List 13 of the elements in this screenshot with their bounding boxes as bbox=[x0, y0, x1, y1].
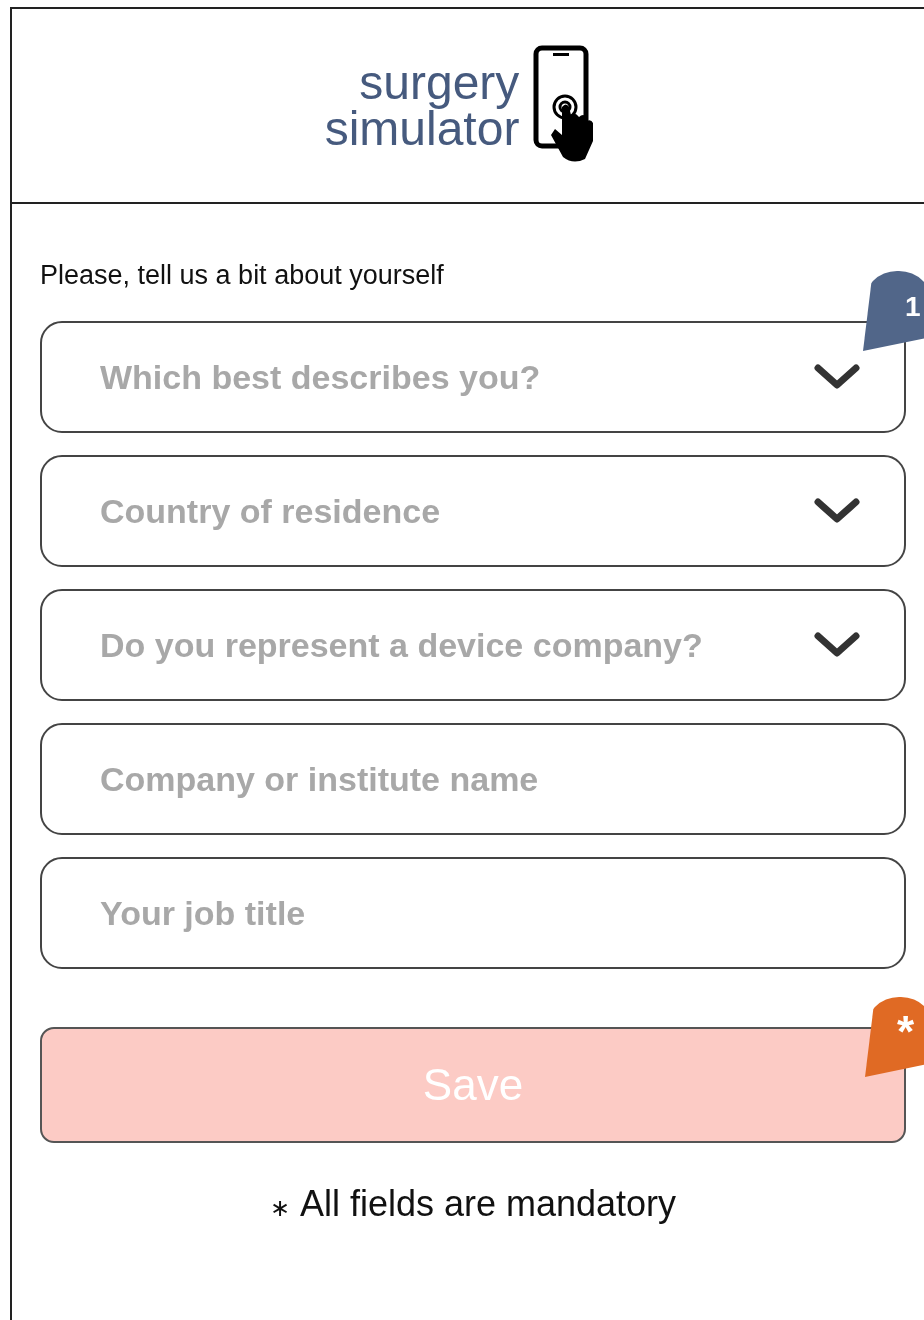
input-field[interactable]: Your job title bbox=[40, 857, 906, 969]
dropdown-field[interactable]: Country of residence bbox=[40, 455, 906, 567]
dropdown-field[interactable]: Which best describes you? bbox=[40, 321, 906, 433]
asterisk-mark: ∗ bbox=[269, 1194, 290, 1222]
chevron-down-icon bbox=[814, 632, 860, 658]
intro-text: Please, tell us a bit about yourself bbox=[40, 260, 445, 291]
annotation-badge: 1 bbox=[863, 271, 924, 351]
dropdown-field[interactable]: Do you represent a device company? bbox=[40, 589, 906, 701]
mandatory-note: All fields are mandatory bbox=[299, 1183, 677, 1225]
input-field[interactable]: Company or institute name bbox=[40, 723, 906, 835]
chevron-down-icon bbox=[814, 498, 860, 524]
annotation-badge: * bbox=[865, 997, 924, 1077]
chevron-down-icon bbox=[814, 364, 860, 390]
